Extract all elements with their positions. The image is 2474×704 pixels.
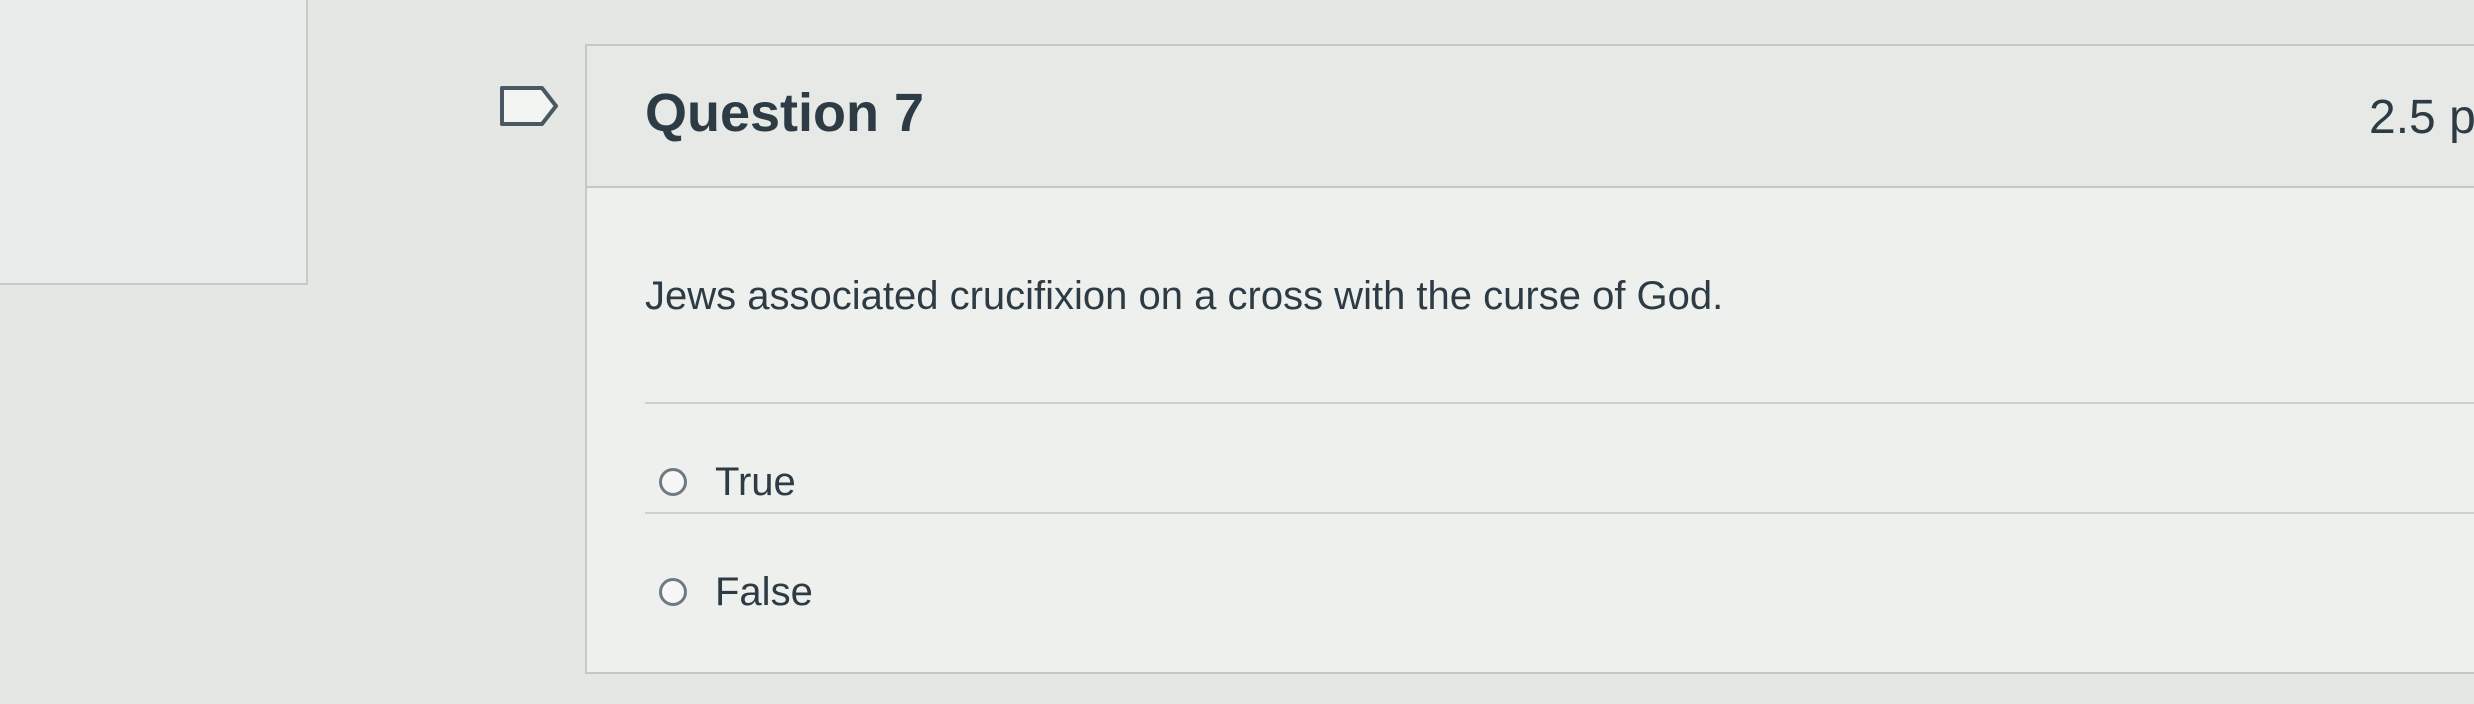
flag-question-icon[interactable] — [500, 84, 560, 128]
sidebar-panel — [0, 0, 308, 285]
answer-option-false[interactable]: False — [659, 562, 813, 622]
question-title: Question 7 — [645, 83, 925, 143]
radio-circle-icon[interactable] — [659, 578, 687, 606]
answer-label-true: True — [715, 459, 796, 504]
question-text: Jews associated crucifixion on a cross w… — [645, 274, 1724, 318]
question-points: 2.5 p — [2369, 91, 2474, 144]
answers-top-divider — [645, 402, 2474, 404]
question-header: Question 7 2.5 p — [587, 46, 2474, 188]
answer-option-true[interactable]: True — [659, 452, 796, 512]
question-card: Question 7 2.5 p Jews associated crucifi… — [585, 44, 2474, 674]
answer-divider — [645, 512, 2474, 514]
radio-circle-icon[interactable] — [659, 468, 687, 496]
answer-label-false: False — [715, 569, 813, 614]
